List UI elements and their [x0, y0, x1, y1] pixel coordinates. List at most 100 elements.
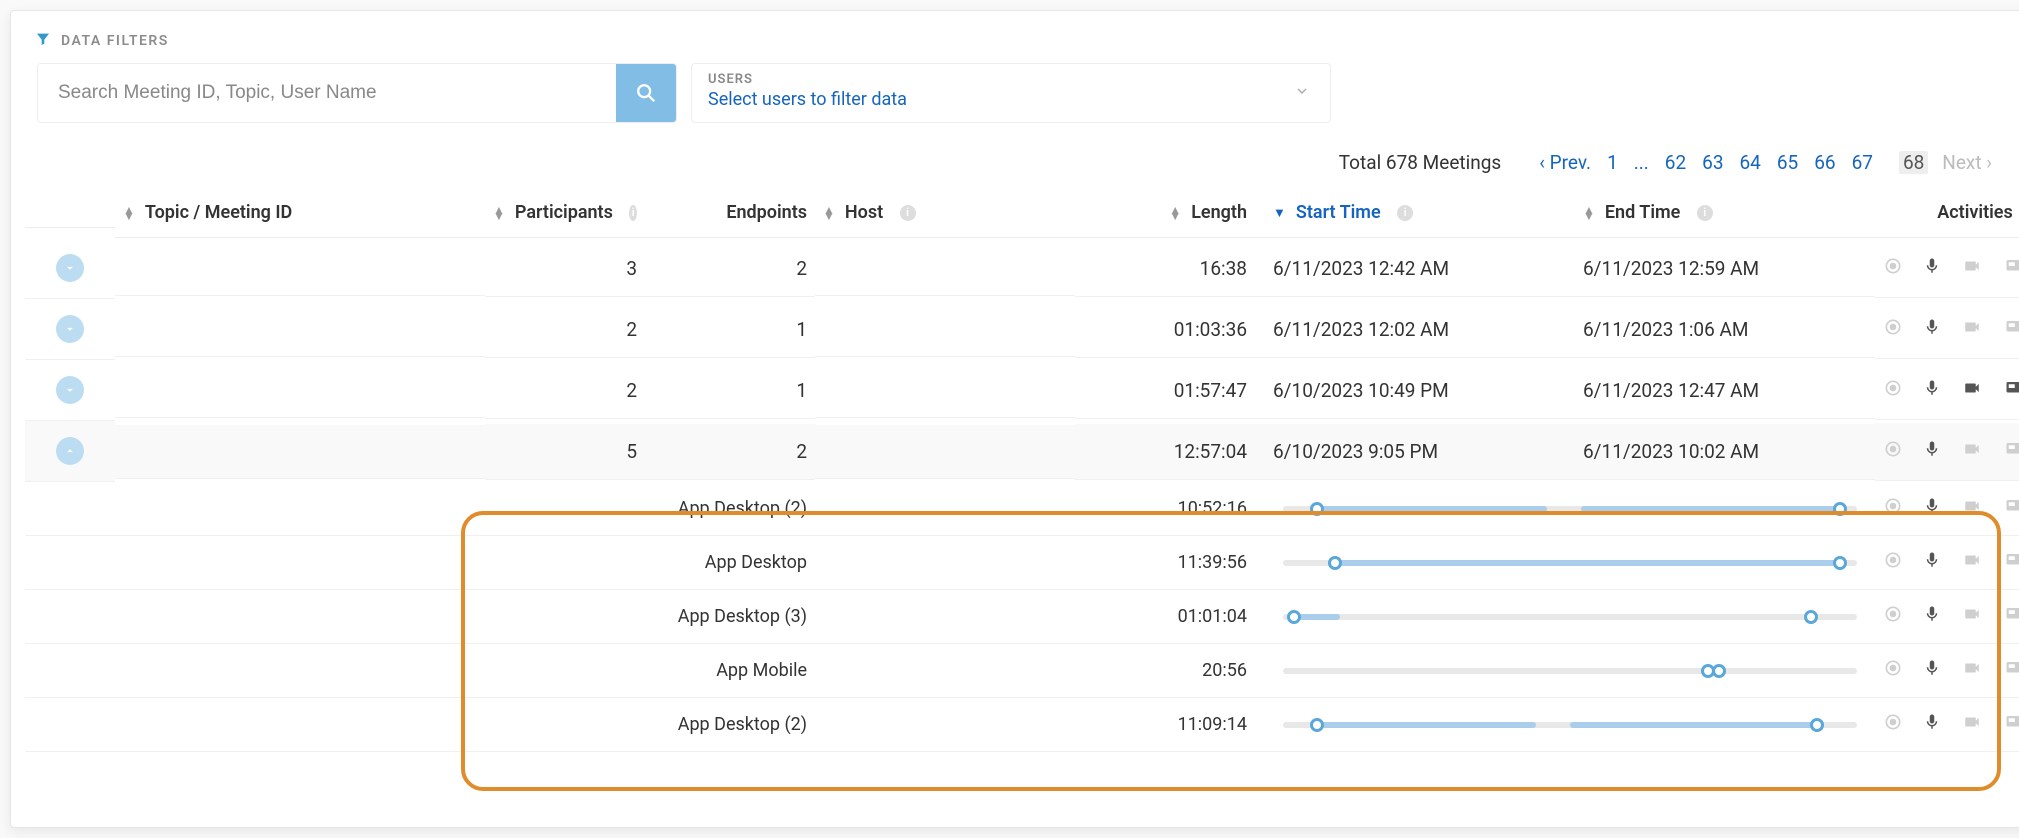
cell-length: 20:56 — [1075, 644, 1255, 698]
cell-length: 16:38 — [1075, 241, 1255, 297]
chevron-down-icon — [1294, 83, 1310, 103]
col-end[interactable]: ▲▼End Time i — [1575, 188, 1875, 238]
cell-end: 6/11/2023 12:59 AM — [1575, 241, 1875, 297]
microphone-icon — [1923, 318, 1941, 341]
pager-page[interactable]: 64 — [1738, 151, 1763, 174]
video-icon — [1961, 659, 1983, 682]
info-icon: i — [1697, 205, 1713, 221]
video-icon — [1961, 605, 1983, 628]
cell-participants: 3 — [485, 241, 645, 297]
cell-end: 6/11/2023 10:02 AM — [1575, 424, 1875, 480]
participant-row: App Mobile 20:56 — [25, 644, 2014, 698]
cell-participant — [115, 698, 485, 752]
cell-participants: 5 — [485, 424, 645, 480]
pager-page[interactable]: 67 — [1850, 151, 1875, 174]
video-icon — [1961, 497, 1983, 520]
cell-endpoints: 1 — [645, 363, 815, 419]
expand-toggle[interactable] — [56, 254, 84, 282]
cell-length: 11:09:14 — [1075, 698, 1255, 752]
table-row[interactable]: 3 2 16:38 6/11/2023 12:42 AM 6/11/2023 1… — [25, 238, 2014, 299]
timeline — [1283, 614, 1857, 620]
pager-page[interactable]: 62 — [1663, 151, 1688, 174]
col-host[interactable]: ▲▼Host i — [815, 188, 1075, 238]
col-participants[interactable]: ▲▼Participants i — [485, 188, 645, 238]
record-icon — [1883, 658, 1903, 683]
timeline — [1283, 560, 1857, 566]
cell-activities — [1875, 590, 2019, 644]
col-length[interactable]: ▲▼Length — [1075, 188, 1255, 238]
table-row[interactable]: 5 2 12:57:04 6/10/2023 9:05 PM 6/11/2023… — [25, 421, 2014, 482]
col-topic[interactable]: ▲▼Topic / Meeting ID — [115, 188, 485, 238]
cell-activities — [1875, 301, 2019, 359]
record-icon — [1883, 439, 1903, 464]
microphone-icon — [1923, 659, 1941, 682]
pager-page[interactable]: 63 — [1700, 151, 1725, 174]
cell-timeline — [1255, 590, 1875, 644]
cell-activities — [1875, 482, 2019, 536]
expand-toggle[interactable] — [56, 437, 84, 465]
pager-prev[interactable]: ‹ Prev. — [1537, 151, 1593, 174]
screenshare-icon — [2003, 551, 2019, 574]
cell-start: 6/10/2023 10:49 PM — [1255, 363, 1575, 419]
cell-endpoint: App Desktop (2) — [485, 698, 815, 752]
info-icon: i — [900, 205, 916, 221]
info-icon: i — [1397, 205, 1413, 221]
col-start[interactable]: ▼Start Time i — [1255, 188, 1575, 238]
record-icon — [1883, 317, 1903, 342]
cell-end: 6/11/2023 12:47 AM — [1575, 363, 1875, 419]
filters-header: DATA FILTERS — [25, 25, 2014, 63]
cell-endpoints: 2 — [645, 424, 815, 480]
expand-toggle[interactable] — [56, 315, 84, 343]
cell-endpoint: App Desktop (3) — [485, 590, 815, 644]
cell-host — [815, 364, 1075, 418]
search-group — [37, 63, 677, 123]
cell-length: 11:39:56 — [1075, 536, 1255, 590]
microphone-icon — [1923, 497, 1941, 520]
screenshare-icon — [2003, 379, 2019, 402]
microphone-icon — [1923, 440, 1941, 463]
cell-host — [815, 425, 1075, 479]
cell-start: 6/11/2023 12:02 AM — [1255, 302, 1575, 358]
record-icon — [1883, 550, 1903, 575]
cell-participant — [115, 590, 485, 644]
cell-topic — [115, 364, 485, 418]
table-row[interactable]: 2 1 01:03:36 6/11/2023 12:02 AM 6/11/202… — [25, 299, 2014, 360]
expand-toggle[interactable] — [56, 376, 84, 404]
microphone-icon — [1923, 605, 1941, 628]
cell-length: 01:01:04 — [1075, 590, 1255, 644]
cell-activities — [1875, 423, 2019, 481]
microphone-icon — [1923, 257, 1941, 280]
pager-page[interactable]: 66 — [1812, 151, 1837, 174]
total-meetings: Total 678 Meetings — [1339, 151, 1501, 174]
pager-page[interactable]: 1 — [1605, 151, 1620, 174]
cell-participant — [115, 482, 485, 536]
table-row[interactable]: 2 1 01:57:47 6/10/2023 10:49 PM 6/11/202… — [25, 360, 2014, 421]
record-icon — [1883, 712, 1903, 737]
pager-next: Next › — [1940, 151, 1994, 174]
cell-endpoint: App Desktop (2) — [485, 482, 815, 536]
table-header: ▲▼Topic / Meeting ID ▲▼Participants i En… — [25, 188, 2014, 238]
screenshare-icon — [2003, 713, 2019, 736]
record-icon — [1883, 256, 1903, 281]
cell-start: 6/11/2023 12:42 AM — [1255, 241, 1575, 297]
screenshare-icon — [2003, 257, 2019, 280]
participant-row: App Desktop (3) 01:01:04 — [25, 590, 2014, 644]
cell-topic — [115, 242, 485, 296]
record-icon — [1883, 604, 1903, 629]
cell-endpoints: 2 — [645, 241, 815, 297]
microphone-icon — [1923, 551, 1941, 574]
participant-row: App Desktop (2) 10:52:16 — [25, 482, 2014, 536]
col-endpoints[interactable]: Endpoints — [645, 188, 815, 238]
screenshare-icon — [2003, 318, 2019, 341]
pager-page[interactable]: 65 — [1775, 151, 1800, 174]
funnel-icon — [35, 31, 51, 51]
search-button[interactable] — [616, 64, 676, 122]
video-icon — [1961, 713, 1983, 736]
user-filter-select[interactable]: USERS Select users to filter data — [691, 63, 1331, 123]
cell-timeline — [1255, 644, 1875, 698]
search-input[interactable] — [38, 64, 616, 122]
cell-length: 01:03:36 — [1075, 302, 1255, 358]
video-icon — [1961, 257, 1983, 280]
video-icon — [1961, 440, 1983, 463]
cell-activities — [1875, 644, 2019, 698]
